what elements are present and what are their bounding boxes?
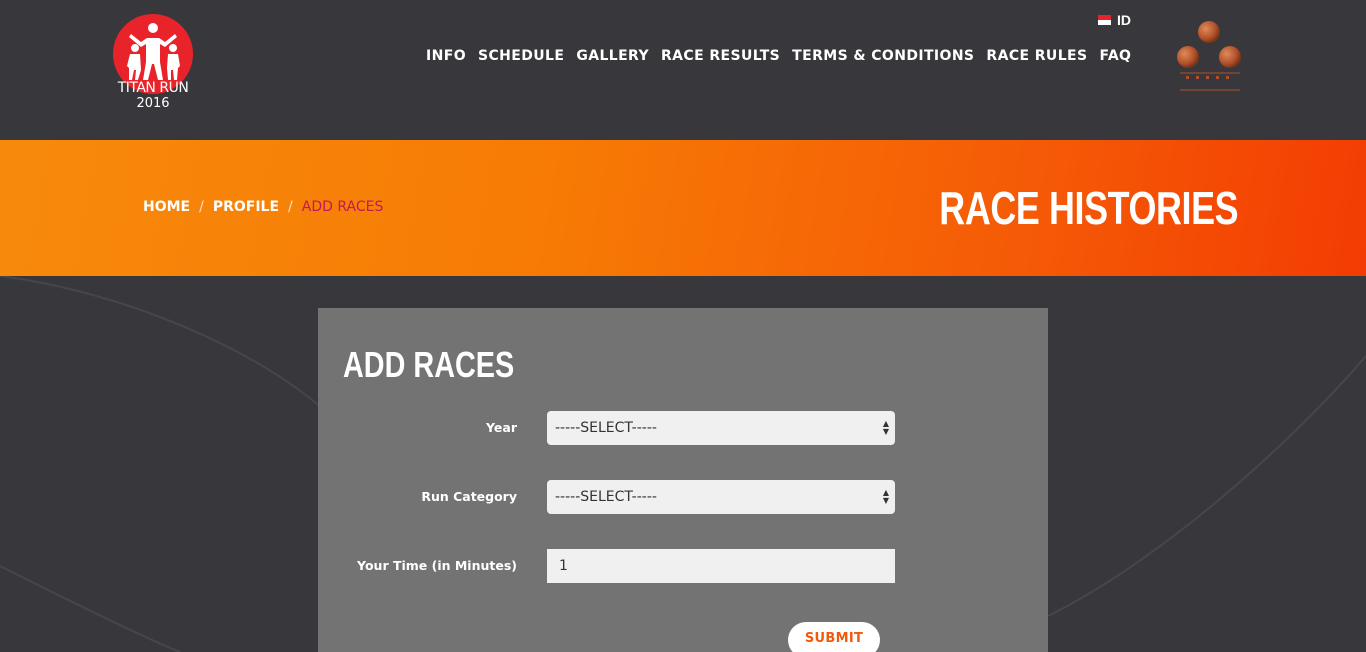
submit-button[interactable]: SUBMIT xyxy=(788,622,880,652)
logo-title: TITAN RUN xyxy=(117,80,189,96)
add-races-card: ADD RACES Year -----SELECT----- ▲ ▼ Run C… xyxy=(318,308,1048,652)
breadcrumb: HOME / PROFILE / ADD RACES xyxy=(143,199,383,215)
run-category-select[interactable]: -----SELECT----- ▲ ▼ xyxy=(547,480,895,514)
language-switch[interactable]: ID xyxy=(1098,12,1131,28)
sponsor-logo[interactable] xyxy=(1174,18,1244,96)
site-header: TITAN RUN 2016 ID INFO SCHEDULE GALLERY … xyxy=(0,0,1366,140)
time-input[interactable]: 1 xyxy=(547,549,895,583)
main-nav: INFO SCHEDULE GALLERY RACE RESULTS TERMS… xyxy=(420,46,1137,66)
breadcrumb-home[interactable]: HOME xyxy=(143,199,190,215)
year-select[interactable]: -----SELECT----- ▲ ▼ xyxy=(547,411,895,445)
run-category-select-value: -----SELECT----- xyxy=(555,489,657,505)
nav-faq[interactable]: FAQ xyxy=(1093,46,1137,66)
year-select-value: -----SELECT----- xyxy=(555,420,657,436)
nav-gallery[interactable]: GALLERY xyxy=(570,46,655,66)
logo-year: 2016 xyxy=(136,96,170,111)
year-label: Year xyxy=(486,420,517,435)
language-label: ID xyxy=(1117,12,1131,28)
indonesia-flag-icon xyxy=(1098,15,1111,25)
page-title: RACE HISTORIES xyxy=(939,182,1238,234)
page-banner: HOME / PROFILE / ADD RACES RACE HISTORIE… xyxy=(0,140,1366,276)
titan-run-logo[interactable]: TITAN RUN 2016 xyxy=(110,14,196,114)
breadcrumb-separator: / xyxy=(288,199,293,215)
nav-terms-conditions[interactable]: TERMS & CONDITIONS xyxy=(786,46,980,66)
nav-schedule[interactable]: SCHEDULE xyxy=(472,46,570,66)
form-title: ADD RACES xyxy=(343,344,515,385)
breadcrumb-profile[interactable]: PROFILE xyxy=(213,199,279,215)
breadcrumb-add-races: ADD RACES xyxy=(301,199,384,215)
nav-info[interactable]: INFO xyxy=(420,46,472,66)
time-label: Your Time (in Minutes) xyxy=(357,558,517,573)
select-arrows-icon: ▲ ▼ xyxy=(882,419,890,436)
breadcrumb-separator: / xyxy=(199,199,204,215)
select-arrows-icon: ▲ ▼ xyxy=(882,488,890,505)
run-category-label: Run Category xyxy=(421,489,517,504)
nav-race-results[interactable]: RACE RESULTS xyxy=(655,46,786,66)
nav-race-rules[interactable]: RACE RULES xyxy=(980,46,1093,66)
